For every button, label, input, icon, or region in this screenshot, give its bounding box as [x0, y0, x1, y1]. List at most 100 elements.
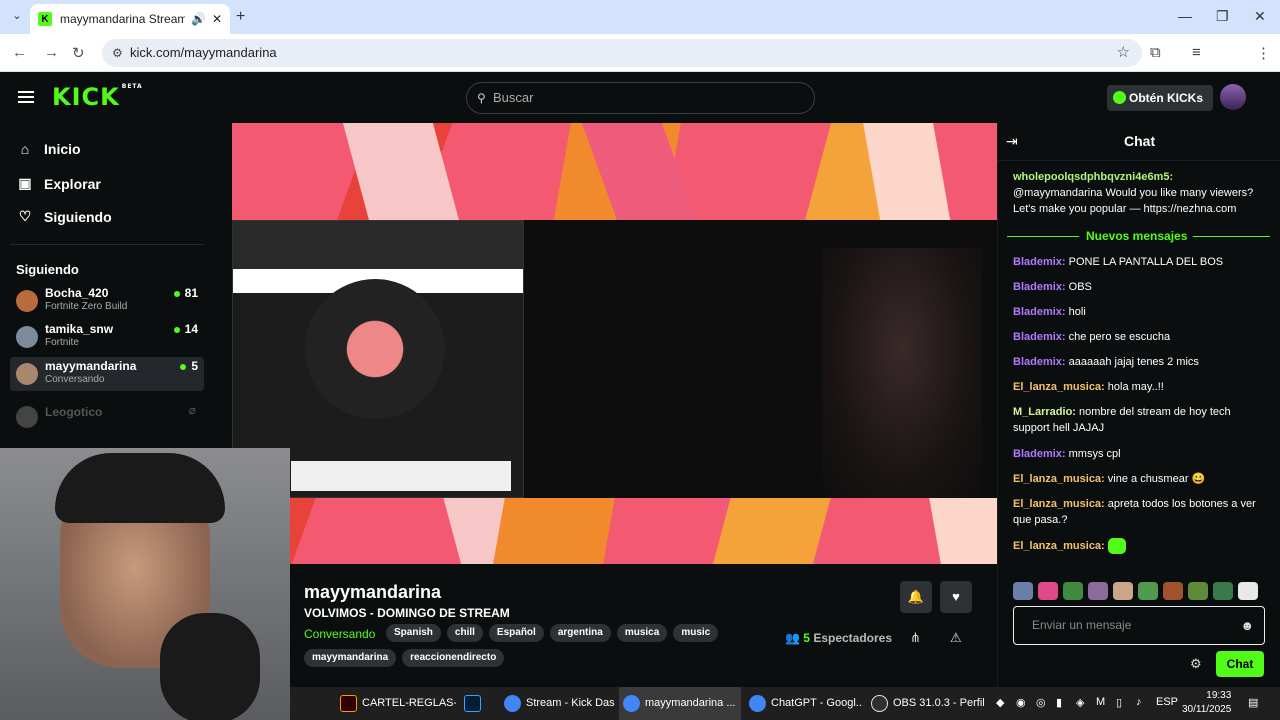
- reload-icon[interactable]: ↻: [72, 44, 85, 62]
- minimize-button[interactable]: —: [1178, 8, 1192, 24]
- microphone-tray-icon[interactable]: ▮: [1056, 696, 1062, 709]
- followed-channel-bocha[interactable]: Bocha_420 Fortnite Zero Build 81: [10, 284, 204, 318]
- notification-bell-button[interactable]: 🔔: [900, 581, 932, 613]
- bookmark-star-icon[interactable]: ☆: [1117, 39, 1130, 67]
- send-chat-button[interactable]: Chat: [1216, 651, 1264, 677]
- emote-icon[interactable]: [1038, 582, 1058, 600]
- chat-settings-gear-icon[interactable]: ⚙: [1190, 656, 1202, 672]
- address-bar-row: ← → ↻ ⚙ kick.com/mayymandarina ☆ ⧉ ≡ ⋮: [0, 34, 1280, 96]
- emote-icon[interactable]: [1213, 582, 1233, 600]
- avatar: [16, 326, 38, 348]
- new-messages-divider: Nuevos mensajes: [1007, 229, 1270, 243]
- tray-app-icon[interactable]: M: [1096, 696, 1105, 708]
- report-warning-icon[interactable]: ⚠: [950, 630, 962, 646]
- forward-icon[interactable]: →: [44, 44, 59, 61]
- emote-icon[interactable]: [1188, 582, 1208, 600]
- emote-icon[interactable]: [1088, 582, 1108, 600]
- tag[interactable]: chill: [446, 624, 483, 642]
- following-heading: Siguiendo: [16, 262, 79, 277]
- viewers-icon: 👥: [785, 631, 800, 645]
- volume-icon[interactable]: ♪: [1136, 696, 1142, 708]
- taskbar-photoshop[interactable]: [460, 687, 496, 720]
- taskbar-chrome-mayymandarina[interactable]: mayymandarina ...: [619, 687, 741, 720]
- emote-icon[interactable]: [1013, 582, 1033, 600]
- tab-search-icon[interactable]: ⌄: [8, 9, 26, 25]
- emote-icon[interactable]: [1238, 582, 1258, 600]
- browser-tab[interactable]: K mayymandarina Stream - W 🔊 ✕: [30, 4, 230, 34]
- close-window-button[interactable]: ✕: [1254, 8, 1266, 25]
- chat-message: wholepoolqsdphbqvzni4e6m5: @mayymandarina…: [1013, 171, 1254, 215]
- tray-app-icon[interactable]: ◆: [996, 696, 1004, 709]
- emote-icon[interactable]: [1113, 582, 1133, 600]
- site-info-icon[interactable]: ⚙: [112, 39, 123, 67]
- stream-category[interactable]: Conversando: [304, 627, 375, 641]
- taskbar-chrome-kick-dashboard[interactable]: Stream - Kick Das...: [500, 687, 615, 720]
- url-text: kick.com/mayymandarina: [130, 45, 277, 60]
- search-input[interactable]: ⚲ Buscar: [466, 82, 815, 114]
- hamburger-menu-icon[interactable]: [18, 88, 34, 106]
- tag[interactable]: Español: [488, 624, 544, 642]
- chrome-icon: [504, 695, 521, 712]
- system-clock[interactable]: 19:33 30/11/2025: [1182, 689, 1231, 717]
- search-icon: ⚲: [477, 91, 486, 105]
- emote-icon[interactable]: [1163, 582, 1183, 600]
- tray-app-icon[interactable]: ◈: [1076, 696, 1084, 709]
- tag[interactable]: Spanish: [386, 624, 441, 642]
- avatar: [16, 290, 38, 312]
- chat-message-input[interactable]: Enviar un mensaje ☻: [1013, 606, 1265, 645]
- tag-list-row2: mayymandarina reaccionendirecto: [304, 649, 505, 667]
- taskbar-obs[interactable]: OBS 31.0.3 - Perfil...: [867, 687, 985, 720]
- captured-toolbar: [233, 221, 523, 269]
- chat-message: Blademix: PONE LA PANTALLA DEL BOS: [1013, 256, 1224, 268]
- streamer-name[interactable]: mayymandarina: [304, 582, 441, 603]
- tag[interactable]: reaccionendirecto: [402, 649, 505, 667]
- collapse-chat-icon[interactable]: ⇥: [1006, 133, 1018, 150]
- tab-close-icon[interactable]: ✕: [212, 12, 222, 26]
- emote-icon[interactable]: [1138, 582, 1158, 600]
- kick-logo[interactable]: KICK BETA: [52, 83, 143, 111]
- sidebar-item-inicio[interactable]: ⌂ Inicio: [16, 141, 81, 157]
- back-icon[interactable]: ←: [12, 44, 27, 61]
- chat-message: El_lanza_musica:: [1013, 538, 1265, 555]
- sidebar-item-explorar[interactable]: ▣ Explorar: [16, 175, 100, 192]
- followed-channel-mayymandarina[interactable]: mayymandarina Conversando 5: [10, 357, 204, 391]
- emote-bar: [1013, 582, 1258, 600]
- language-indicator[interactable]: ESP: [1156, 696, 1178, 708]
- tag-list: Spanish chill Español argentina musica m…: [386, 624, 719, 642]
- chrome-icon: [623, 695, 640, 712]
- tag[interactable]: argentina: [549, 624, 611, 642]
- taskbar-chrome-chatgpt[interactable]: ChatGPT - Googl...: [745, 687, 863, 720]
- sidebar-item-siguiendo[interactable]: ♡ Siguiendo: [16, 208, 112, 225]
- tag[interactable]: music: [673, 624, 719, 642]
- speaker-icon[interactable]: 🔊: [191, 12, 206, 26]
- tray-app-icon[interactable]: ◉: [1016, 696, 1026, 709]
- chat-title: Chat: [1124, 133, 1156, 149]
- followed-channel-tamika[interactable]: tamika_snw Fortnite 14: [10, 320, 204, 354]
- follow-heart-button[interactable]: ♥: [940, 581, 972, 613]
- notifications-icon[interactable]: ▤: [1248, 696, 1258, 709]
- followed-channel-leogotico[interactable]: Leogotico ⌀: [10, 400, 204, 434]
- get-kicks-button[interactable]: Obtén KICKs: [1107, 85, 1213, 111]
- maximize-button[interactable]: ❐: [1216, 8, 1229, 25]
- battery-icon[interactable]: ▯: [1116, 696, 1122, 709]
- user-avatar[interactable]: [1220, 84, 1246, 110]
- share-icon[interactable]: ⋔: [910, 630, 921, 646]
- webcam-hair: [55, 453, 225, 523]
- tab-title: mayymandarina Stream - W: [60, 12, 185, 26]
- menu-kebab-icon[interactable]: ⋮: [1256, 44, 1271, 62]
- emoji-picker-icon[interactable]: ☻: [1240, 607, 1254, 644]
- tag[interactable]: musica: [616, 624, 668, 642]
- emote-icon[interactable]: [1063, 582, 1083, 600]
- heart-icon: ♡: [18, 208, 32, 224]
- video-player[interactable]: [232, 123, 997, 564]
- tag[interactable]: mayymandarina: [304, 649, 397, 667]
- chat-message: El_lanza_musica: apreta todos los botone…: [1013, 498, 1256, 526]
- new-tab-button[interactable]: +: [236, 8, 245, 26]
- url-field[interactable]: ⚙ kick.com/mayymandarina ☆: [102, 39, 1142, 67]
- taskbar-illustrator[interactable]: CARTEL-REGLAS-...: [336, 687, 456, 720]
- steam-icon[interactable]: ◎: [1036, 696, 1046, 709]
- extensions-icon[interactable]: ⧉: [1150, 44, 1161, 61]
- vinyl-record-image: [305, 279, 445, 419]
- chat-message: El_lanza_musica: vine a chusmear 😀: [1013, 473, 1206, 485]
- media-control-icon[interactable]: ≡: [1192, 44, 1201, 61]
